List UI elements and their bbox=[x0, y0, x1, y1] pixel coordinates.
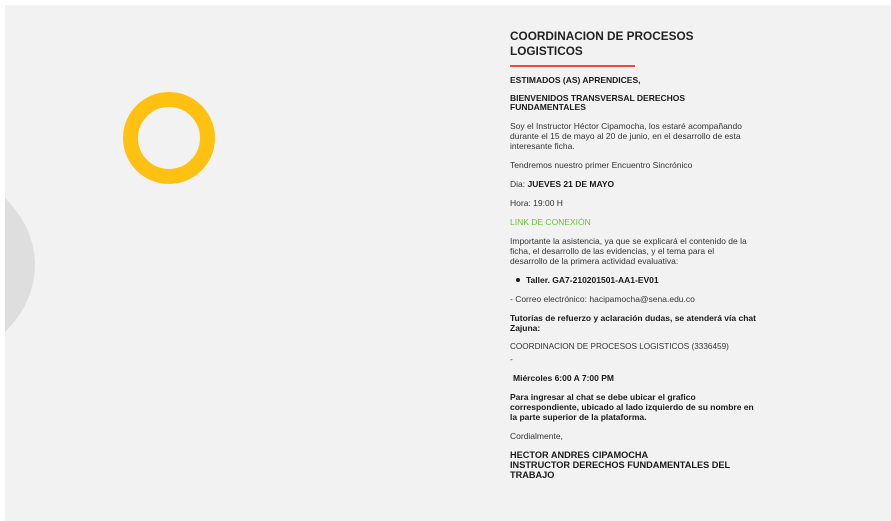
tutoring-schedule: Miércoles 6:00 A 7:00 PM bbox=[513, 373, 614, 383]
signature-line-3: TRABAJO bbox=[510, 470, 555, 480]
intro-line-2: durante el 15 de mayo al 20 de junio, en… bbox=[510, 131, 741, 141]
tutoring-note: Tutorías de refuerzo y aclaración dudas,… bbox=[510, 313, 780, 333]
day-value: JUEVES 21 DE MAYO bbox=[527, 179, 615, 189]
intro-line-3: interesante ficha. bbox=[510, 141, 575, 151]
announcement-content: COORDINACION DE PROCESOS LOGISTICOS ESTI… bbox=[510, 29, 780, 480]
activity-name: Taller. GA7-210201501-AA1-EV01 bbox=[526, 275, 659, 285]
meeting-day: Dia: JUEVES 21 DE MAYO bbox=[510, 179, 780, 189]
chat-line-1: Para ingresar al chat se debe ubicar el … bbox=[510, 392, 696, 402]
welcome-line-2: FUNDAMENTALES bbox=[510, 102, 586, 112]
signature-line-1: HECTOR ANDRES CIPAMOCHA bbox=[510, 450, 649, 460]
bullet-icon bbox=[516, 278, 520, 282]
signature-line-2: INSTRUCTOR DERECHOS FUNDAMENTALES DEL bbox=[510, 460, 731, 470]
day-label: Dia: bbox=[510, 179, 528, 189]
email-line: - Correo electrónico: hacipamocha@sena.e… bbox=[510, 294, 695, 304]
decorative-yellow-ring bbox=[123, 92, 215, 184]
course-title: COORDINACION DE PROCESOS LOGISTICOS bbox=[510, 29, 740, 59]
course-title-line-1: COORDINACION DE PROCESOS bbox=[510, 29, 694, 43]
welcome-heading: BIENVENIDOS TRANSVERSAL DERECHOS FUNDAME… bbox=[510, 94, 780, 112]
chat-line-2: correspondiente, ubicado al lado izquier… bbox=[510, 402, 754, 412]
connection-link[interactable]: LINK DE CONEXIÓN bbox=[510, 217, 780, 227]
meeting-intro: Tendremos nuestro primer Encuentro Sincr… bbox=[510, 160, 693, 170]
decorative-gray-circle bbox=[5, 155, 35, 375]
closing: Cordialmente, bbox=[510, 431, 563, 441]
importance-line-3: desarrollo de la primera actividad evalu… bbox=[510, 256, 679, 266]
separator-dash: - bbox=[510, 354, 513, 364]
course-title-line-2: LOGISTICOS bbox=[510, 44, 583, 58]
signature: HECTOR ANDRES CIPAMOCHA INSTRUCTOR DEREC… bbox=[510, 450, 780, 480]
course-code: COORDINACION DE PROCESOS LOGISTICOS (333… bbox=[510, 342, 729, 351]
meeting-time: Hora: 19:00 H bbox=[510, 198, 563, 208]
announcement-page: COORDINACION DE PROCESOS LOGISTICOS ESTI… bbox=[5, 5, 891, 521]
tutoring-line-2: Zajuna: bbox=[510, 323, 541, 333]
intro-line-1: Soy el Instructor Héctor Cipamocha, los … bbox=[510, 121, 742, 131]
importance-paragraph: Importante la asistencia, ya que se expl… bbox=[510, 236, 780, 266]
intro-paragraph: Soy el Instructor Héctor Cipamocha, los … bbox=[510, 121, 780, 151]
title-underline bbox=[510, 65, 635, 67]
greeting: ESTIMADOS (AS) APRENDICES, bbox=[510, 75, 641, 85]
importance-line-2: ficha, el desarrollo de las evidencias, … bbox=[510, 246, 715, 256]
importance-line-1: Importante la asistencia, ya que se expl… bbox=[510, 236, 747, 246]
chat-line-3: la parte superior de la plataforma. bbox=[510, 412, 647, 422]
activity-list-item: Taller. GA7-210201501-AA1-EV01 bbox=[516, 275, 780, 285]
tutoring-line-1: Tutorías de refuerzo y aclaración dudas,… bbox=[510, 313, 756, 323]
chat-instructions: Para ingresar al chat se debe ubicar el … bbox=[510, 392, 780, 422]
